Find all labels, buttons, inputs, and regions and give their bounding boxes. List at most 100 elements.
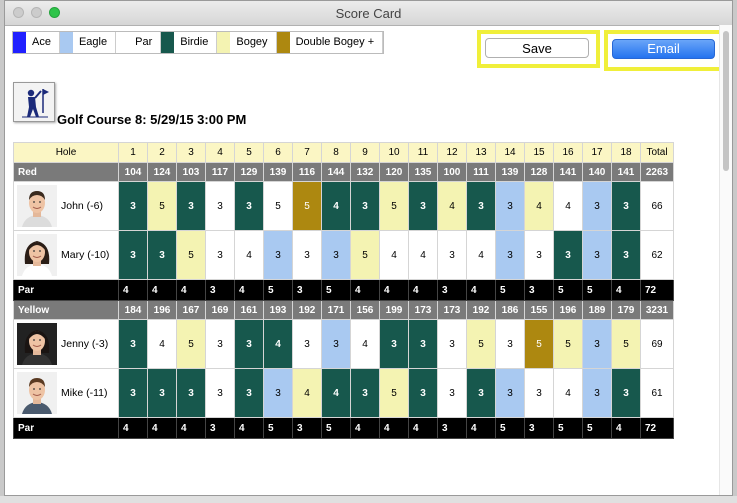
hole-yardage: 139 [263,162,293,182]
player-cell[interactable]: Mike (-11) [13,368,119,418]
hole-score: 3 [118,230,148,280]
hole-score: 5 [176,230,206,280]
hole-score: 5 [379,181,409,231]
hole-header-row: Hole 1 2 3 4 5 6 7 8 9 10 11 12 13 14 15 16 17 18 Total [13,142,674,163]
total-label: Total [640,142,674,163]
legend-swatch [161,32,175,53]
hole-yardage: 192 [466,300,496,320]
hole-yardage: 179 [611,300,641,320]
hole-yardage: 161 [234,300,264,320]
hole-yardage: 171 [321,300,351,320]
hole-number: 10 [379,142,409,163]
hole-score: 3 [495,368,525,418]
hole-score: 5 [263,181,293,231]
player-cell[interactable]: John (-6) [13,181,119,231]
hole-score: 3 [582,368,612,418]
legend-item-bogey: Bogey [217,32,277,53]
hole-score: 3 [582,319,612,369]
hole-score: 3 [408,368,438,418]
par-label: Par [13,279,119,301]
hole-number: 12 [437,142,467,163]
hole-score: 3 [176,181,206,231]
hole-score: 4 [292,368,322,418]
hole-yardage: 117 [205,162,235,182]
hole-score: 3 [582,230,612,280]
hole-number: 18 [611,142,641,163]
vertical-scrollbar[interactable] [719,25,732,495]
hole-yardage: 141 [611,162,641,182]
hole-score: 5 [176,319,206,369]
hole-par: 3 [292,279,322,301]
hole-par: 4 [176,279,206,301]
hole-par: 4 [611,417,641,439]
hole-score: 3 [466,368,496,418]
hole-score: 5 [292,181,322,231]
hole-yardage: 196 [553,300,583,320]
save-button[interactable]: Save [485,38,589,58]
hole-score: 3 [350,181,380,231]
legend-label: Bogey [230,32,277,53]
tee-label: Yellow [13,300,119,320]
legend-label: Birdie [174,32,218,53]
hole-yardage: 116 [292,162,322,182]
player-row[interactable]: Mary (-10) 3 3 5 3 4 3 3 3 5 4 4 3 4 3 3 3 3 3 62 [13,230,674,280]
tee-label: Red [13,162,119,182]
hole-yardage: 196 [147,300,177,320]
hole-number: 1 [118,142,148,163]
course-title: Golf Course 8: 5/29/15 3:00 PM [57,112,247,127]
hole-score: 3 [118,181,148,231]
par-total: 72 [640,417,674,439]
hole-par: 5 [553,279,583,301]
hole-par: 4 [611,279,641,301]
hole-par: 4 [176,417,206,439]
player-cell[interactable]: Mary (-10) [13,230,119,280]
legend-item-birdie: Birdie [161,32,218,53]
legend-item-double-bogey: Double Bogey + [276,32,384,53]
scrollbar-thumb[interactable] [723,31,729,171]
hole-number: 14 [495,142,525,163]
email-button[interactable]: Email [612,39,715,59]
legend-label: Par [129,32,162,53]
hole-score: 4 [147,319,177,369]
hole-score: 3 [292,319,322,369]
hole-yardage: 144 [321,162,351,182]
hole-score: 3 [234,181,264,231]
player-name: Mike (-11) [61,387,108,399]
score-card-table: Hole 1 2 3 4 5 6 7 8 9 10 11 12 13 14 15 16 17 18 Total Red 1… [13,142,674,439]
hole-score: 5 [466,319,496,369]
player-cell[interactable]: Jenny (-3) [13,319,119,369]
hole-score: 3 [234,368,264,418]
title-bar[interactable]: Score Card [5,1,732,26]
hole-score: 3 [205,319,235,369]
hole-yardage: 169 [205,300,235,320]
hole-yardage: 111 [466,162,496,182]
player-total: 62 [640,230,674,280]
legend-swatch [217,32,231,53]
hole-score: 5 [379,368,409,418]
player-row[interactable]: John (-6) 3 5 3 3 3 5 5 4 3 5 3 4 3 3 4 4 3 3 66 [13,181,674,231]
golfer-icon[interactable] [13,82,55,122]
hole-score: 3 [263,230,293,280]
hole-number: 7 [292,142,322,163]
par-row: Par 4 4 4 3 4 5 3 5 4 4 4 3 4 5 3 5 5 4 72 [13,279,674,301]
avatar [17,234,57,276]
player-row[interactable]: Mike (-11) 3 3 3 3 3 3 4 4 3 5 3 3 3 3 3 4 3 3 61 [13,368,674,418]
hole-score: 3 [321,230,351,280]
legend-item-eagle: Eagle [59,32,117,53]
hole-score: 3 [495,181,525,231]
player-total: 69 [640,319,674,369]
hole-label: Hole [13,142,119,163]
hole-score: 3 [408,181,438,231]
legend-label: Double Bogey + [290,32,384,53]
hole-score: 3 [234,319,264,369]
hole-par: 4 [408,417,438,439]
hole-score: 3 [205,230,235,280]
hole-score: 5 [553,319,583,369]
hole-yardage: 132 [350,162,380,182]
hole-score: 3 [437,230,467,280]
player-row[interactable]: Jenny (-3) 3 4 5 3 3 4 3 3 4 3 3 3 5 3 5 5 3 5 69 [13,319,674,369]
hole-yardage: 184 [118,300,148,320]
hole-par: 5 [321,417,351,439]
hole-par: 4 [408,279,438,301]
avatar [17,323,57,365]
